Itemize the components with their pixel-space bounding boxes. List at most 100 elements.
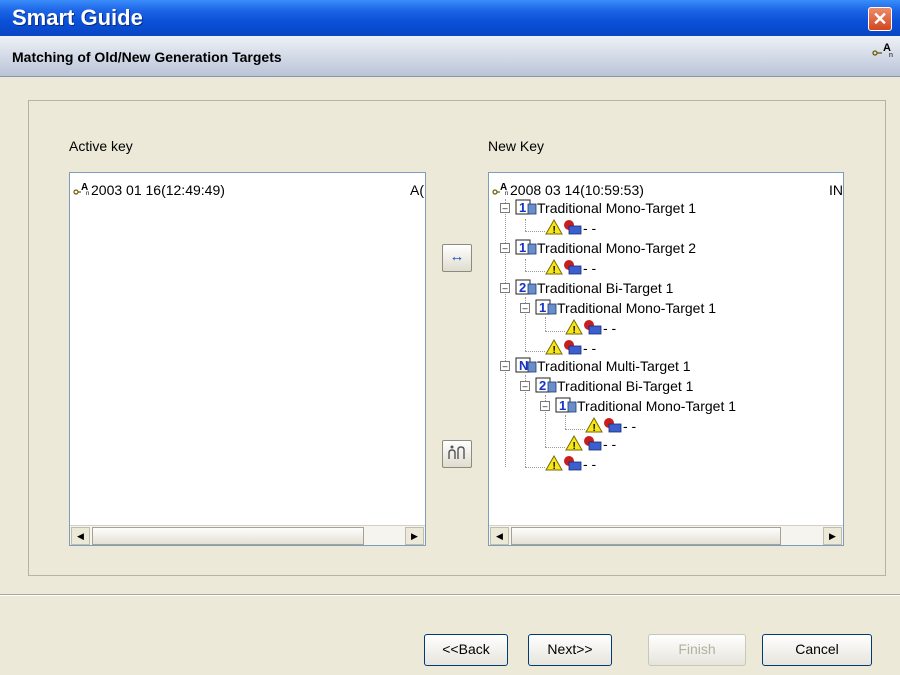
collapse-toggle-icon[interactable]: – <box>540 401 550 411</box>
svg-text:n: n <box>889 52 893 58</box>
tree-leaf-warning[interactable]: ! - - <box>565 318 616 337</box>
warning-icon: ! <box>545 338 582 356</box>
match-button[interactable]: ↔ <box>442 244 472 272</box>
tree-leaf-dashes: - - <box>603 436 617 452</box>
tree-node-target[interactable]: 1 Traditional Mono-Target 1 <box>515 199 696 217</box>
key-icon: A n <box>872 42 893 58</box>
scroll-left-button[interactable]: ◀ <box>490 527 509 545</box>
svg-text:2: 2 <box>519 280 526 295</box>
svg-text:1: 1 <box>559 398 566 413</box>
svg-text:!: ! <box>593 423 596 433</box>
tree-leaf-warning[interactable]: ! - - <box>565 434 617 453</box>
tree-node-label: Traditional Mono-Target 1 <box>577 398 737 414</box>
key-icon: A n <box>73 182 89 197</box>
svg-text:1: 1 <box>519 240 526 255</box>
warning-icon: ! <box>585 416 622 434</box>
key-icon: A n <box>492 182 508 197</box>
tree-connector <box>525 259 526 271</box>
scroll-left-button[interactable]: ◀ <box>71 527 90 545</box>
target-badge-icon: 2 <box>515 279 537 295</box>
tree-node-label: Traditional Bi-Target 1 <box>537 280 674 296</box>
tree-connector <box>525 351 545 352</box>
new-root-text: 2008 03 14(10:59:53) <box>510 182 644 198</box>
target-badge-icon: N <box>515 357 537 373</box>
active-root-status: A( <box>410 182 424 198</box>
active-root-row[interactable]: A n 2003 01 16(12:49:49) <box>73 181 225 199</box>
scroll-thumb[interactable] <box>92 527 364 545</box>
active-hscrollbar[interactable]: ◀ ▶ <box>70 525 425 545</box>
tree-connector <box>525 231 545 232</box>
tree-connector <box>505 199 506 467</box>
tree-leaf-dashes: - - <box>623 418 637 434</box>
auto-match-button[interactable] <box>442 440 472 468</box>
svg-text:!: ! <box>553 345 556 355</box>
svg-text:2: 2 <box>539 378 546 393</box>
tree-connector <box>545 447 565 448</box>
tree-node-target[interactable]: N Traditional Multi-Target 1 <box>515 357 691 375</box>
collapse-toggle-icon[interactable]: – <box>500 243 510 253</box>
tree-leaf-warning[interactable]: ! - - <box>545 338 597 357</box>
tree-node-label: Traditional Mono-Target 2 <box>537 240 697 256</box>
tree-connector <box>545 317 546 331</box>
scroll-right-button[interactable]: ▶ <box>405 527 424 545</box>
target-badge-icon: 2 <box>535 377 557 393</box>
target-badge-icon: 1 <box>515 239 537 255</box>
tree-connector <box>565 429 585 430</box>
finish-button[interactable]: Finish <box>648 634 746 666</box>
warning-icon: ! <box>545 218 582 236</box>
tree-leaf-dashes: - - <box>583 340 597 356</box>
wizard-header: Matching of Old/New Generation Targets A… <box>0 36 900 77</box>
new-hscrollbar[interactable]: ◀ ▶ <box>489 525 843 545</box>
auto-match-icon <box>448 445 465 460</box>
tree-node-label: Traditional Mono-Target 1 <box>537 200 697 216</box>
tree-node-target[interactable]: 1 Traditional Mono-Target 1 <box>535 299 716 317</box>
tree-node-target[interactable]: 1 Traditional Mono-Target 1 <box>555 397 736 415</box>
tree-leaf-warning[interactable]: ! - - <box>545 218 597 237</box>
new-key-tree[interactable]: A n 2008 03 14(10:59:53) IN –1 Traditiona… <box>488 172 844 546</box>
back-button[interactable]: <<Back <box>424 634 508 666</box>
tree-connector <box>525 271 545 272</box>
tree-leaf-warning[interactable]: ! - - <box>545 454 597 473</box>
new-key-label: New Key <box>488 138 545 154</box>
tree-leaf-dashes: - - <box>583 456 597 472</box>
warning-icon: ! <box>545 258 582 276</box>
collapse-toggle-icon[interactable]: – <box>520 381 530 391</box>
target-badge-icon: 1 <box>535 299 557 315</box>
active-key-tree[interactable]: A n 2003 01 16(12:49:49) A( ◀ ▶ <box>69 172 426 546</box>
target-badge-icon: 1 <box>515 199 537 215</box>
collapse-toggle-icon[interactable]: – <box>520 303 530 313</box>
collapse-toggle-icon[interactable]: – <box>500 361 510 371</box>
svg-text:!: ! <box>573 441 576 451</box>
collapse-toggle-icon[interactable]: – <box>500 203 510 213</box>
cancel-button[interactable]: Cancel <box>762 634 872 666</box>
svg-text:1: 1 <box>539 300 546 315</box>
svg-text:N: N <box>519 358 528 373</box>
warning-icon: ! <box>565 434 602 452</box>
scroll-right-button[interactable]: ▶ <box>823 527 842 545</box>
tree-node-target[interactable]: 1 Traditional Mono-Target 2 <box>515 239 696 257</box>
warning-icon: ! <box>565 318 602 336</box>
window-title: Smart Guide <box>12 5 143 30</box>
new-root-status: IN <box>829 182 843 198</box>
svg-text:n: n <box>86 191 89 196</box>
tree-leaf-dashes: - - <box>583 220 597 236</box>
svg-text:!: ! <box>553 225 556 235</box>
collapse-toggle-icon[interactable]: – <box>500 283 510 293</box>
tree-connector <box>525 219 526 231</box>
footer-separator <box>0 594 900 596</box>
next-button[interactable]: Next>> <box>528 634 612 666</box>
tree-node-label: Traditional Multi-Target 1 <box>537 358 691 374</box>
svg-text:n: n <box>505 191 508 196</box>
tree-leaf-warning[interactable]: ! - - <box>545 258 596 277</box>
title-bar: Smart Guide ✕ <box>0 0 900 36</box>
tree-node-target[interactable]: 2 Traditional Bi-Target 1 <box>535 377 693 395</box>
tree-node-target[interactable]: 2 Traditional Bi-Target 1 <box>515 279 673 297</box>
scroll-thumb[interactable] <box>511 527 781 545</box>
tree-leaf-warning[interactable]: ! - - <box>585 416 637 435</box>
new-root-row[interactable]: A n 2008 03 14(10:59:53) <box>492 181 644 199</box>
svg-text:!: ! <box>573 325 576 335</box>
svg-text:1: 1 <box>519 200 526 215</box>
close-button[interactable]: ✕ <box>868 7 892 31</box>
header-title: Matching of Old/New Generation Targets <box>12 49 282 65</box>
active-key-label: Active key <box>69 138 133 154</box>
